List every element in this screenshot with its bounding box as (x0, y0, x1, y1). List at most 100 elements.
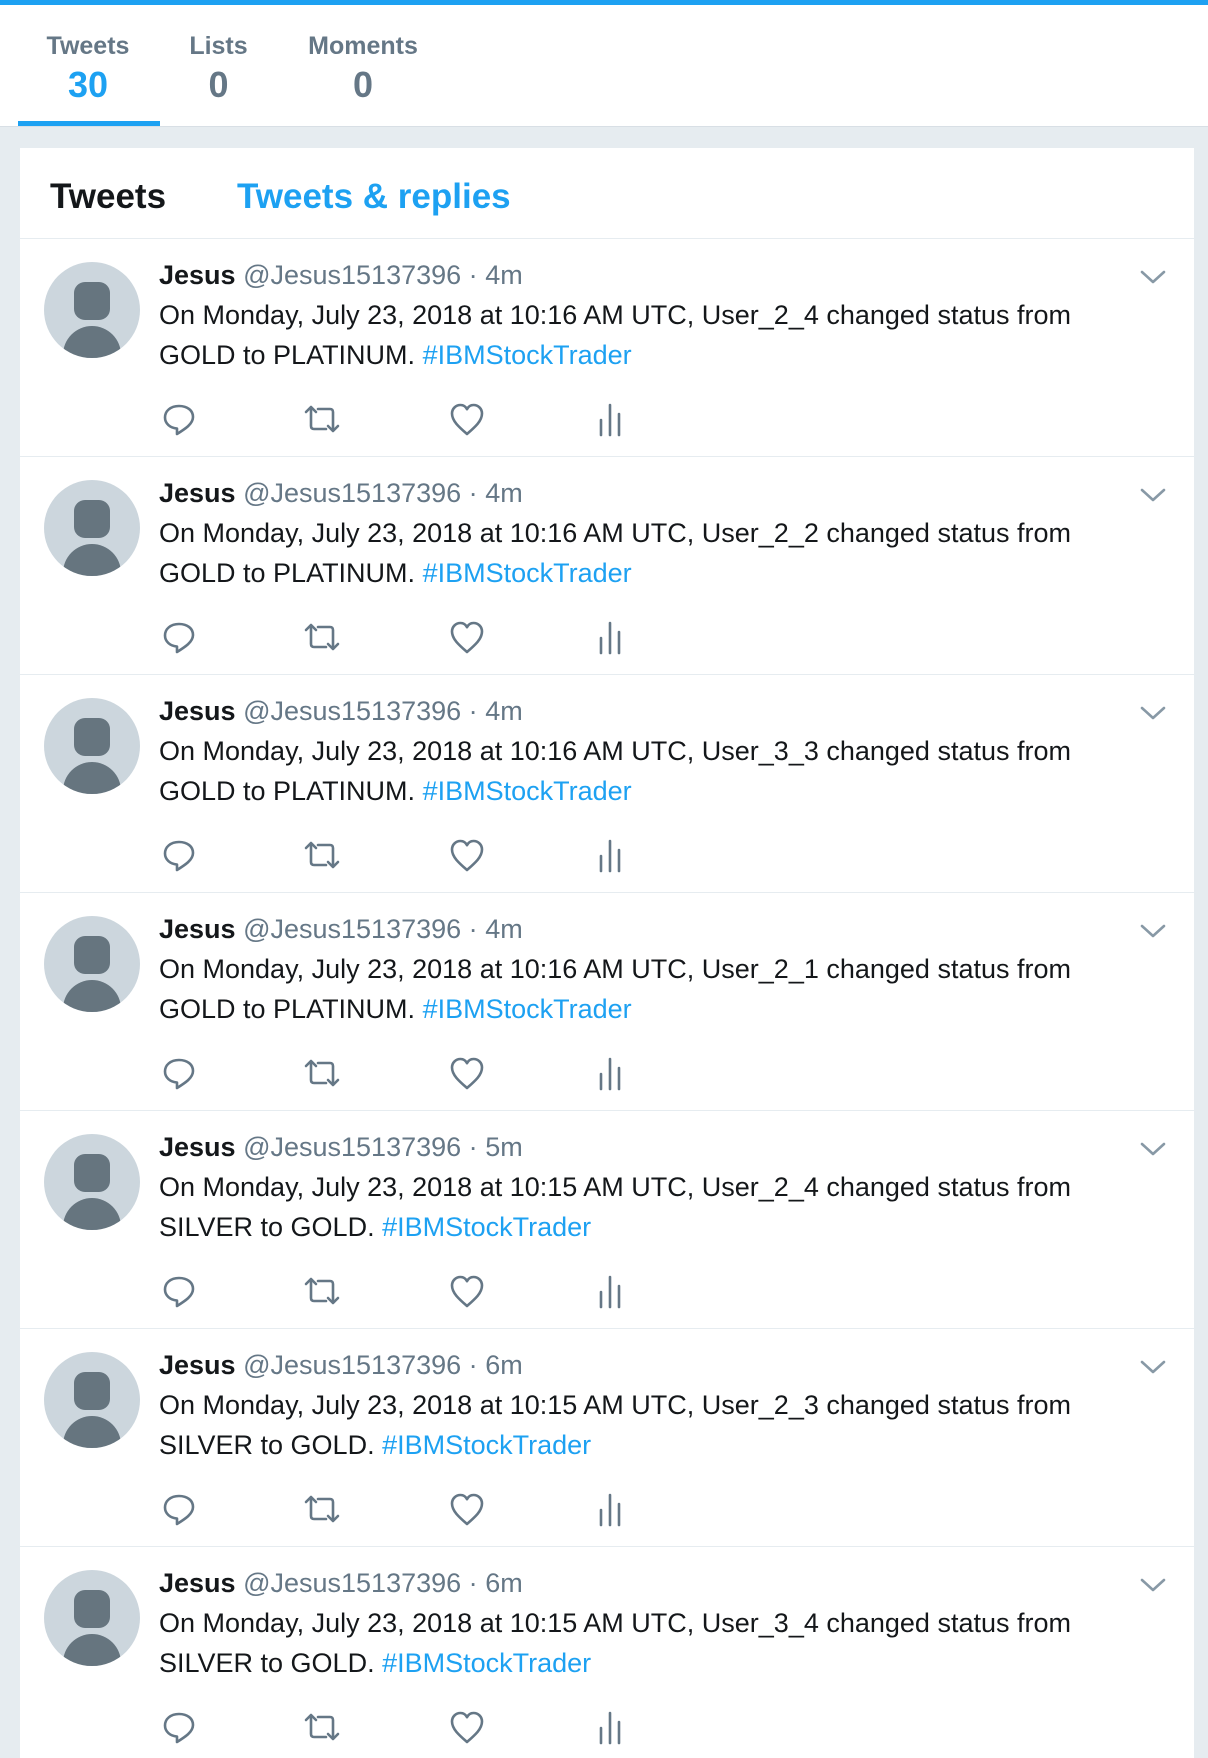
tweet-author-name[interactable]: Jesus (159, 1350, 236, 1380)
tweet-author-handle[interactable]: @Jesus15137396 (243, 260, 461, 290)
reply-icon[interactable] (159, 1707, 199, 1747)
reply-icon[interactable] (159, 1489, 199, 1529)
tweet-header: Jesus @Jesus15137396 · 4m (159, 257, 523, 293)
chevron-down-icon[interactable] (1138, 703, 1168, 723)
tweet-item[interactable]: Jesus @Jesus15137396 · 4m On Monday, Jul… (20, 675, 1194, 893)
tweet-timestamp[interactable]: 6m (485, 1350, 523, 1380)
tweet-item[interactable]: Jesus @Jesus15137396 · 4m On Monday, Jul… (20, 457, 1194, 675)
nav-active-underline (18, 121, 160, 126)
tweet-author-handle[interactable]: @Jesus15137396 (243, 914, 461, 944)
analytics-icon[interactable] (590, 399, 630, 439)
chevron-down-icon[interactable] (1138, 1139, 1168, 1159)
avatar[interactable] (44, 698, 140, 794)
tweet-author-name[interactable]: Jesus (159, 260, 236, 290)
avatar[interactable] (44, 916, 140, 1012)
hashtag-link[interactable]: #IBMStockTrader (423, 776, 632, 806)
retweet-icon[interactable] (302, 1053, 342, 1093)
tweet-timestamp[interactable]: 4m (485, 914, 523, 944)
avatar-head-shape (74, 1154, 110, 1192)
tweet-timestamp[interactable]: 4m (485, 260, 523, 290)
avatar[interactable] (44, 1570, 140, 1666)
tweet-item[interactable]: Jesus @Jesus15137396 · 4m On Monday, Jul… (20, 239, 1194, 457)
retweet-icon[interactable] (302, 1271, 342, 1311)
avatar[interactable] (44, 262, 140, 358)
chevron-down-icon[interactable] (1138, 1575, 1168, 1595)
analytics-icon[interactable] (590, 1707, 630, 1747)
nav-moments[interactable]: Moments 0 (306, 31, 420, 107)
chevron-down-icon[interactable] (1138, 1357, 1168, 1377)
avatar[interactable] (44, 1352, 140, 1448)
avatar[interactable] (44, 480, 140, 576)
tweet-item[interactable]: Jesus @Jesus15137396 · 4m On Monday, Jul… (20, 893, 1194, 1111)
tweet-text: On Monday, July 23, 2018 at 10:15 AM UTC… (159, 1385, 1149, 1465)
tweet-author-handle[interactable]: @Jesus15137396 (243, 478, 461, 508)
tab-tweets-and-replies[interactable]: Tweets & replies (237, 176, 511, 218)
avatar-body-shape (63, 544, 121, 576)
retweet-icon[interactable] (302, 835, 342, 875)
tweet-author-handle[interactable]: @Jesus15137396 (243, 1568, 461, 1598)
avatar-head-shape (74, 282, 110, 320)
tweet-author-name[interactable]: Jesus (159, 696, 236, 726)
retweet-icon[interactable] (302, 617, 342, 657)
hashtag-link[interactable]: #IBMStockTrader (382, 1430, 591, 1460)
hashtag-link[interactable]: #IBMStockTrader (423, 558, 632, 588)
tweet-author-name[interactable]: Jesus (159, 914, 236, 944)
nav-lists[interactable]: Lists 0 (186, 31, 251, 107)
tab-tweets[interactable]: Tweets (50, 176, 166, 218)
tweet-timestamp[interactable]: 6m (485, 1568, 523, 1598)
nav-tweets-label: Tweets (46, 32, 130, 60)
tweet-body: On Monday, July 23, 2018 at 10:15 AM UTC… (159, 1608, 1071, 1678)
retweet-icon[interactable] (302, 1707, 342, 1747)
reply-icon[interactable] (159, 835, 199, 875)
hashtag-link[interactable]: #IBMStockTrader (382, 1648, 591, 1678)
tweet-author-handle[interactable]: @Jesus15137396 (243, 1132, 461, 1162)
tweet-timestamp[interactable]: 4m (485, 696, 523, 726)
avatar[interactable] (44, 1134, 140, 1230)
heart-icon[interactable] (447, 1271, 487, 1311)
tweet-author-name[interactable]: Jesus (159, 1132, 236, 1162)
tweet-text: On Monday, July 23, 2018 at 10:16 AM UTC… (159, 949, 1149, 1029)
heart-icon[interactable] (447, 617, 487, 657)
hashtag-link[interactable]: #IBMStockTrader (423, 340, 632, 370)
retweet-icon[interactable] (302, 1489, 342, 1529)
tweet-item[interactable]: Jesus @Jesus15137396 · 6m On Monday, Jul… (20, 1547, 1194, 1758)
avatar-head-shape (74, 1590, 110, 1628)
tweet-body: On Monday, July 23, 2018 at 10:15 AM UTC… (159, 1172, 1071, 1242)
reply-icon[interactable] (159, 617, 199, 657)
retweet-icon[interactable] (302, 399, 342, 439)
analytics-icon[interactable] (590, 835, 630, 875)
analytics-icon[interactable] (590, 1489, 630, 1529)
tweet-actions (159, 1707, 759, 1747)
analytics-icon[interactable] (590, 1271, 630, 1311)
nav-moments-count: 0 (352, 64, 374, 105)
tweet-item[interactable]: Jesus @Jesus15137396 · 5m On Monday, Jul… (20, 1111, 1194, 1329)
chevron-down-icon[interactable] (1138, 485, 1168, 505)
tweet-item[interactable]: Jesus @Jesus15137396 · 6m On Monday, Jul… (20, 1329, 1194, 1547)
reply-icon[interactable] (159, 1053, 199, 1093)
hashtag-link[interactable]: #IBMStockTrader (423, 994, 632, 1024)
tweet-header: Jesus @Jesus15137396 · 4m (159, 475, 523, 511)
tweet-author-name[interactable]: Jesus (159, 1568, 236, 1598)
reply-icon[interactable] (159, 399, 199, 439)
hashtag-link[interactable]: #IBMStockTrader (382, 1212, 591, 1242)
tweet-timestamp[interactable]: 4m (485, 478, 523, 508)
avatar-body-shape (63, 1634, 121, 1666)
tweet-author-name[interactable]: Jesus (159, 478, 236, 508)
reply-icon[interactable] (159, 1271, 199, 1311)
chevron-down-icon[interactable] (1138, 267, 1168, 287)
heart-icon[interactable] (447, 1489, 487, 1529)
tweet-timestamp[interactable]: 5m (485, 1132, 523, 1162)
tweet-author-handle[interactable]: @Jesus15137396 (243, 1350, 461, 1380)
analytics-icon[interactable] (590, 617, 630, 657)
tweet-actions (159, 617, 759, 657)
heart-icon[interactable] (447, 835, 487, 875)
tweet-separator-dot: · (468, 914, 478, 944)
avatar-body-shape (63, 326, 121, 358)
nav-tweets[interactable]: Tweets 30 (44, 31, 132, 107)
heart-icon[interactable] (447, 1053, 487, 1093)
heart-icon[interactable] (447, 399, 487, 439)
analytics-icon[interactable] (590, 1053, 630, 1093)
tweet-author-handle[interactable]: @Jesus15137396 (243, 696, 461, 726)
heart-icon[interactable] (447, 1707, 487, 1747)
chevron-down-icon[interactable] (1138, 921, 1168, 941)
